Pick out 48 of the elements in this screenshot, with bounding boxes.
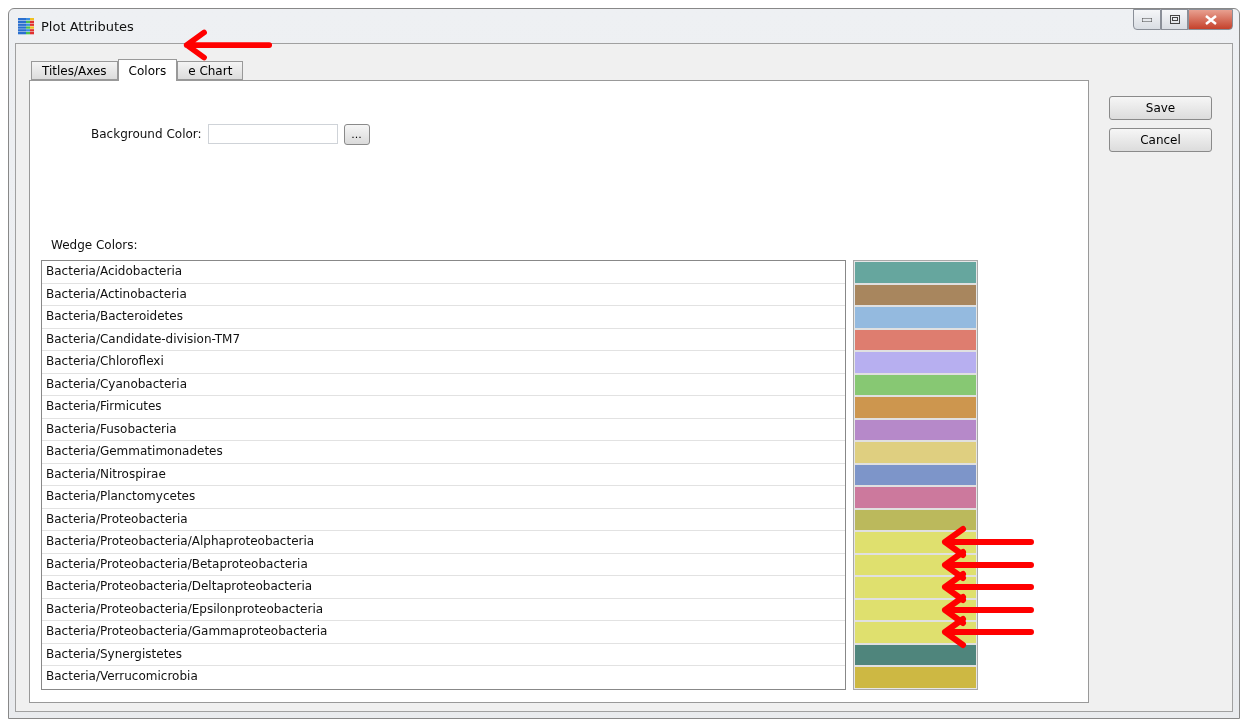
- section-label: Wedge Colors:: [51, 238, 139, 252]
- app-icon: [17, 17, 35, 35]
- color-swatch[interactable]: [855, 262, 976, 285]
- color-swatch[interactable]: [855, 667, 976, 688]
- color-swatch[interactable]: [855, 419, 976, 442]
- field-label: Background Color:: [91, 127, 202, 141]
- tab[interactable]: Colors: [117, 59, 178, 81]
- window-title: Plot Attributes: [41, 18, 135, 34]
- color-swatch[interactable]: [855, 487, 976, 510]
- list-item[interactable]: Bacteria/Proteobacteria/Betaproteobacteria: [42, 553, 845, 576]
- color-swatch[interactable]: [855, 374, 976, 397]
- tab[interactable]: e Chart: [177, 61, 244, 80]
- list-item[interactable]: Bacteria/Gemmatimonadetes: [42, 441, 845, 464]
- list-item[interactable]: Bacteria/Proteobacteria: [42, 508, 845, 531]
- background-color-field[interactable]: [207, 124, 338, 144]
- color-swatch[interactable]: [855, 644, 976, 667]
- list-item[interactable]: Bacteria/Proteobacteria/Alphaproteobacteria: [42, 531, 845, 554]
- color-swatch[interactable]: [855, 442, 976, 465]
- maximize-button[interactable]: [1161, 9, 1188, 30]
- cancel-button[interactable]: Cancel: [1109, 128, 1212, 152]
- close-button[interactable]: [1188, 9, 1233, 30]
- list-item[interactable]: Bacteria/Bacteroidetes: [42, 306, 845, 329]
- save-button[interactable]: Save: [1109, 96, 1212, 120]
- list-item[interactable]: Bacteria/Acidobacteria: [42, 261, 845, 284]
- list-item[interactable]: Bacteria/Proteobacteria/Deltaproteobacteria: [42, 576, 845, 599]
- color-swatch[interactable]: [855, 464, 976, 487]
- color-swatch[interactable]: [855, 329, 976, 352]
- tab[interactable]: Titles/Axes: [31, 61, 118, 80]
- list-item[interactable]: Bacteria/Actinobacteria: [42, 283, 845, 306]
- list-item[interactable]: Bacteria/Candidate-division-TM7: [42, 328, 845, 351]
- color-swatch[interactable]: [855, 284, 976, 307]
- minimize-icon: [1142, 17, 1152, 22]
- list-item[interactable]: Bacteria/Proteobacteria/Epsilonproteobacteria: [42, 598, 845, 621]
- list-item[interactable]: Bacteria/Proteobacteria/Gammaproteobacteria: [42, 621, 845, 644]
- list-item[interactable]: Bacteria/Firmicutes: [42, 396, 845, 419]
- maximize-icon: [1169, 15, 1180, 24]
- color-swatch[interactable]: [855, 352, 976, 375]
- color-swatch[interactable]: [855, 397, 976, 420]
- close-icon: [1204, 14, 1217, 25]
- browse-button[interactable]: ...: [343, 123, 370, 145]
- list-item[interactable]: Bacteria/Synergistetes: [42, 643, 845, 666]
- list-item[interactable]: Bacteria/Chloroflexi: [42, 351, 845, 374]
- list-item[interactable]: Bacteria/Verrucomicrobia: [42, 666, 845, 688]
- color-swatch[interactable]: [855, 307, 976, 330]
- list-item[interactable]: Bacteria/Nitrospirae: [42, 463, 845, 486]
- list-item[interactable]: Bacteria/Planctomycetes: [42, 486, 845, 509]
- list-item[interactable]: Bacteria/Fusobacteria: [42, 418, 845, 441]
- list-item[interactable]: Bacteria/Cyanobacteria: [42, 373, 845, 396]
